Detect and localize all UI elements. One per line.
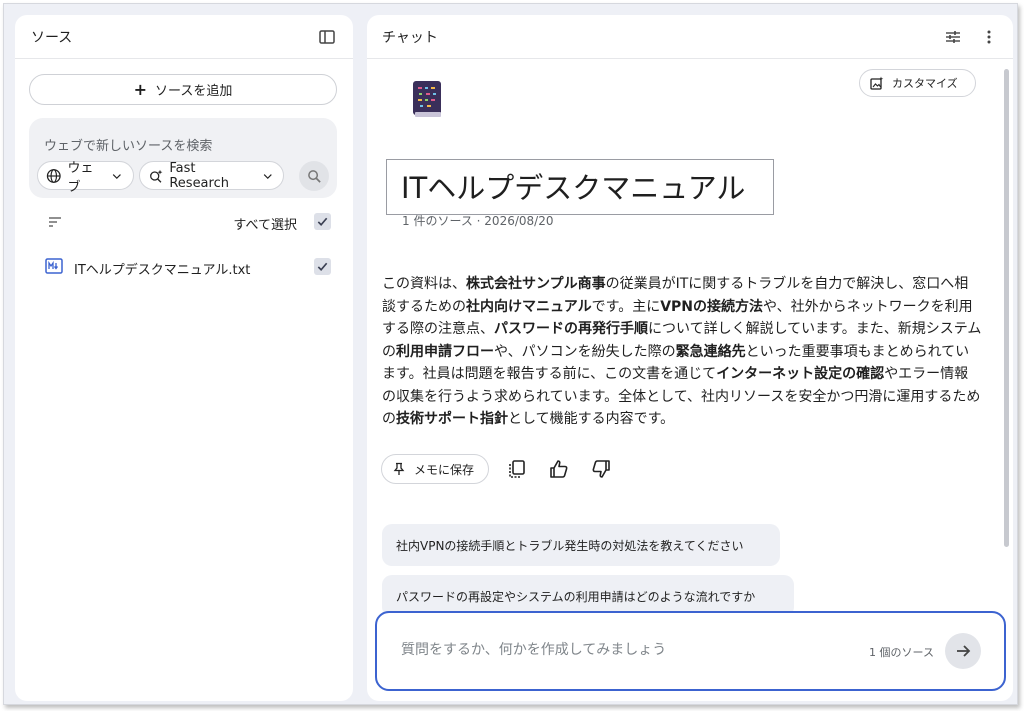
select-all-row: すべて選択	[29, 211, 337, 233]
thumbs-up-icon[interactable]	[545, 455, 573, 483]
chat-input[interactable]	[401, 637, 841, 663]
copy-icon[interactable]	[503, 455, 531, 483]
sources-title: ソース	[31, 29, 73, 46]
more-vert-icon[interactable]	[975, 23, 1003, 51]
customize-label: カスタマイズ	[892, 77, 958, 90]
send-button[interactable]	[945, 633, 981, 669]
web-source-label: ウェブ	[67, 160, 94, 195]
save-to-memo-label: メモに保存	[414, 462, 475, 477]
plus-icon: +	[133, 80, 148, 99]
summary-text: この資料は、	[382, 276, 466, 292]
text-file-icon	[45, 258, 63, 274]
globe-icon	[46, 168, 61, 183]
select-all-label: すべて選択	[233, 218, 297, 233]
search-icon	[307, 169, 321, 183]
summary-highlight: 緊急連絡先	[675, 343, 746, 360]
chat-panel: チャット カスタマイズ ITヘルプデスクマニュアル 1 件のソース · 2026…	[367, 15, 1013, 701]
chat-input-box: 1 個のソース	[375, 611, 1006, 691]
web-search-input[interactable]: ウェブで新しいソースを検索	[44, 135, 212, 154]
check-icon	[317, 262, 328, 271]
filter-icon[interactable]	[47, 214, 63, 230]
customize-icon	[870, 76, 884, 90]
summary-highlight: 技術サポート指針	[396, 411, 508, 427]
summary-highlight: 利用申請フロー	[396, 343, 494, 360]
summary-highlight: 株式会社サンプル商事	[466, 276, 606, 292]
notebook-book-icon	[413, 81, 441, 117]
tune-icon[interactable]	[939, 23, 967, 51]
check-icon	[317, 217, 328, 226]
chevron-down-icon	[263, 173, 272, 179]
summary-highlight: パスワードの再発行手順	[494, 321, 648, 337]
chevron-down-icon	[113, 173, 122, 179]
response-actions: メモに保存	[381, 454, 615, 484]
summary-highlight: 社内向けマニュアル	[466, 298, 592, 315]
chat-scrollbar[interactable]	[1004, 69, 1009, 547]
source-item[interactable]: ITヘルプデスクマニュアル.txt	[29, 256, 337, 278]
summary-text: です。主に	[591, 298, 661, 315]
add-source-label: ソースを追加	[155, 84, 233, 99]
source-file-name: ITヘルプデスクマニュアル.txt	[74, 263, 251, 278]
notebook-meta: 1 件のソース · 2026/08/20	[402, 214, 554, 228]
pin-icon	[393, 462, 405, 475]
sources-header: ソース	[15, 15, 353, 59]
source-count: 1 個のソース	[869, 646, 934, 659]
save-to-memo-button[interactable]: メモに保存	[381, 454, 490, 484]
notebook-title[interactable]: ITヘルプデスクマニュアル	[386, 159, 774, 215]
chat-title: チャット	[382, 29, 438, 46]
select-all-checkbox[interactable]	[314, 213, 331, 230]
research-mode-dropdown[interactable]: Fast Research	[139, 160, 284, 191]
web-search-box: ウェブで新しいソースを検索 ウェブ Fast Research	[29, 118, 337, 198]
summary-text: や、パソコンを紛失した際の	[494, 343, 676, 360]
web-source-dropdown[interactable]: ウェブ	[37, 161, 134, 195]
thumbs-down-icon[interactable]	[587, 455, 615, 483]
sparkle-search-icon	[150, 169, 163, 183]
arrow-right-icon	[957, 645, 971, 657]
suggested-question[interactable]: 社内VPNの接続手順とトラブル発生時の対処法を教えてください	[382, 524, 780, 566]
research-mode-label: Fast Research	[169, 160, 229, 191]
sources-panel: ソース + ソースを追加 ウェブで新しいソースを検索 ウェブ Fast Rese…	[15, 15, 353, 701]
search-submit-button[interactable]	[299, 161, 329, 191]
add-source-button[interactable]: + ソースを追加	[29, 74, 337, 105]
summary-text: として機能する内容です。	[508, 411, 675, 427]
chat-header: チャット	[367, 15, 1013, 59]
summary-highlight: インターネット設定の確認	[716, 366, 885, 382]
app-frame: ソース + ソースを追加 ウェブで新しいソースを検索 ウェブ Fast Rese…	[3, 3, 1018, 705]
source-checkbox[interactable]	[314, 258, 331, 275]
customize-button[interactable]: カスタマイズ	[859, 69, 976, 97]
summary-highlight: VPNの接続方法	[660, 298, 764, 315]
sidebar-toggle-icon[interactable]	[313, 23, 341, 51]
notebook-summary: この資料は、株式会社サンプル商事の従業員がITに関するトラブルを自力で解決し、窓…	[382, 273, 982, 431]
